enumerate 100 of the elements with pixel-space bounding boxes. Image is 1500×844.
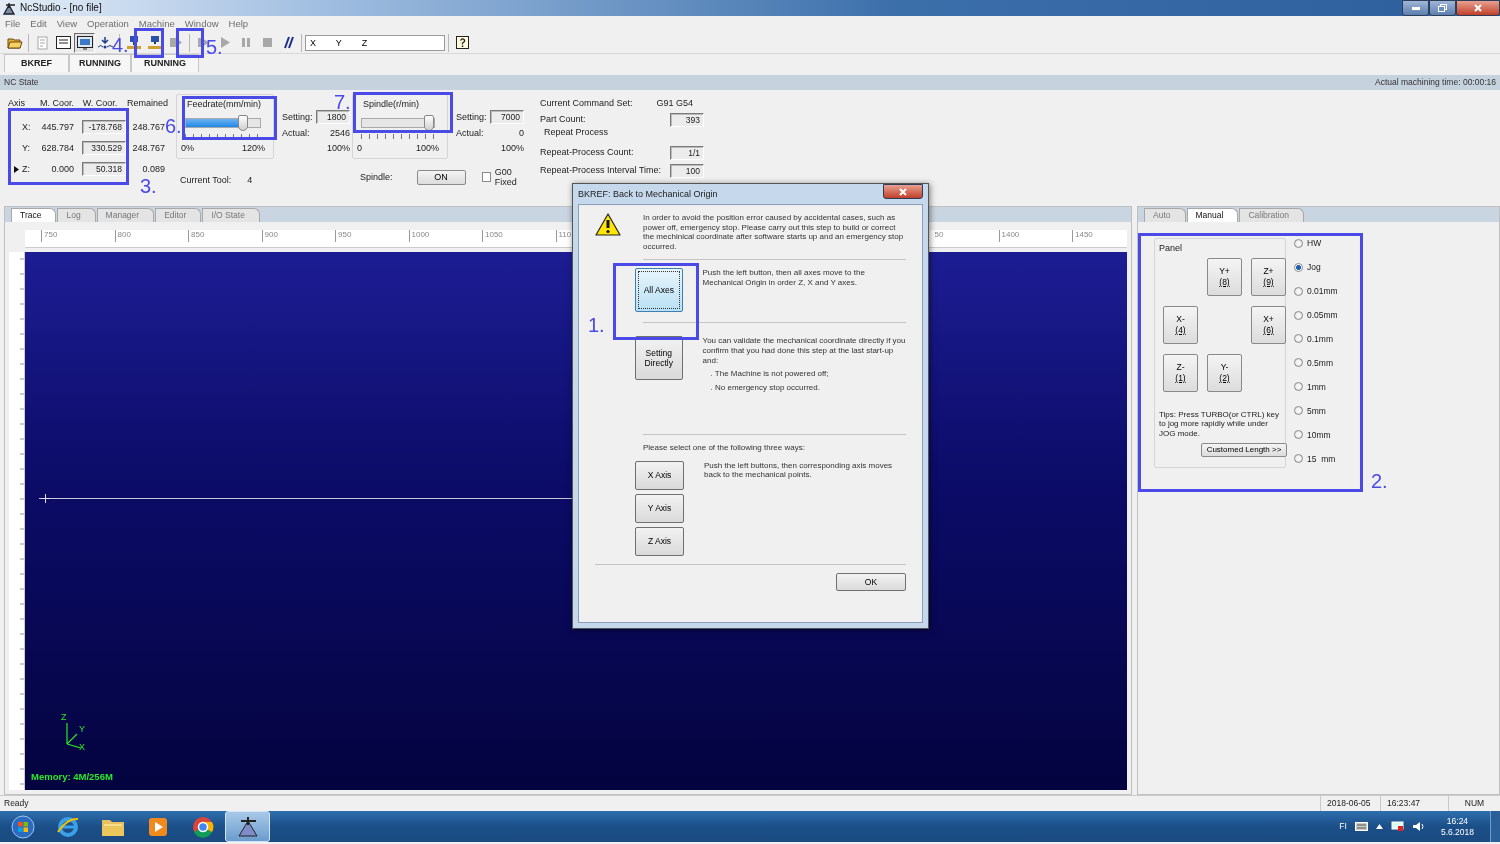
axis-button[interactable]: X Axis [635, 460, 684, 490]
restore-icon [1438, 4, 1447, 12]
mode-radio[interactable]: 10mm [1294, 429, 1338, 440]
remaining-distance: 0.089 [141, 163, 165, 175]
column-header: Remained [125, 98, 168, 109]
document-icon [35, 35, 50, 50]
axis-button[interactable]: Y Axis [635, 493, 684, 523]
view-tab[interactable]: Manager [96, 208, 155, 222]
dialog-button[interactable]: Setting Directly [635, 336, 683, 381]
pause-icon [239, 36, 252, 49]
spindle-up-icon [146, 35, 163, 50]
panel-tab[interactable]: Calibration [1239, 208, 1305, 222]
close-button[interactable] [1456, 0, 1500, 16]
current-tool-value: 4 [247, 174, 253, 186]
part-count-value: 393 [670, 112, 704, 127]
show-hidden-icon[interactable] [1375, 824, 1383, 829]
minimize-button[interactable] [1402, 0, 1429, 16]
ok-button[interactable]: OK [836, 572, 906, 591]
crosshair-icon [41, 494, 50, 503]
mode-radio[interactable]: 0.1mm [1294, 333, 1338, 345]
remaining-distance: 248.767 [131, 142, 165, 154]
menu-item[interactable]: Edit [25, 18, 52, 30]
dialog-button[interactable]: All Axes [635, 268, 683, 313]
interval-value: 100 [670, 163, 704, 178]
app-icon [236, 815, 259, 838]
media-player-icon [147, 816, 168, 837]
speaker-icon[interactable] [1411, 821, 1425, 832]
clock[interactable]: 16:24 5.6.2018 [1440, 816, 1474, 837]
jog-button[interactable]: Y+ (8) [1207, 257, 1242, 296]
menu-item[interactable]: Operation [82, 18, 134, 30]
menu-item[interactable]: View [51, 18, 83, 30]
menu-item[interactable]: File [0, 18, 26, 30]
spindle-label: Spindle: [360, 172, 393, 183]
view-tab[interactable]: Log [57, 208, 96, 222]
view-tab[interactable]: Editor [155, 208, 202, 222]
current-tool-label: Current Tool: [180, 174, 232, 186]
jog-button[interactable]: X+ (6) [1251, 305, 1286, 344]
spindle-toggle-button[interactable]: ON [416, 169, 466, 185]
jog-button[interactable]: Y- (2) [1207, 353, 1242, 392]
repeat-count-value: 1/1 [670, 145, 704, 160]
actual-label: Actual: [456, 128, 484, 139]
custom-length-button[interactable]: Customed Length >> [1201, 442, 1287, 457]
repeat-count-label: Repeat-Process Count: [540, 147, 634, 158]
menu-item[interactable]: Help [223, 18, 254, 30]
coordinate-field[interactable]: X Y Z [305, 34, 445, 51]
start-orb-icon [10, 814, 35, 839]
mode-radio[interactable]: 5mm [1294, 405, 1338, 416]
percent-value: 100% [500, 142, 524, 154]
slider-thumb[interactable] [238, 114, 249, 131]
axis-button[interactable]: Z Axis [635, 526, 684, 556]
monitor-icon [76, 35, 93, 50]
menu-item[interactable]: Machine [133, 18, 180, 30]
annotation-number: 4. [112, 35, 129, 55]
axis-label: Y [79, 724, 85, 735]
jog-button[interactable]: Z+ (9) [1251, 257, 1286, 296]
status-message: Ready [3, 798, 30, 809]
work-coordinate: -178.768 [82, 120, 126, 135]
prompt-text: Please select one of the following three ways: [643, 443, 806, 453]
percent-value: 100% [326, 142, 350, 154]
mode-radio[interactable]: 0.05mm [1294, 309, 1338, 321]
mode-radio[interactable]: 0.5mm [1294, 357, 1338, 369]
g00-checkbox[interactable] [481, 172, 491, 183]
column-header: W. Coor. [81, 98, 119, 109]
axis-label: Z: [22, 163, 30, 175]
status-pane: RUNNING [131, 54, 199, 72]
setting-label: Setting: [456, 111, 487, 123]
network-icon[interactable] [1390, 821, 1404, 832]
taskbar-app[interactable] [225, 811, 270, 842]
work-coordinate: 50.318 [82, 162, 126, 177]
slider-thumb[interactable] [424, 114, 434, 131]
actual-value: 2546 [329, 128, 350, 139]
mode-radio[interactable]: 1mm [1294, 381, 1338, 392]
language-indicator[interactable]: FI [1339, 821, 1347, 832]
jog-button[interactable]: X- (4) [1163, 305, 1198, 344]
menu-item[interactable]: Window [179, 18, 224, 30]
interval-label: Repeat-Process Interval Time: [540, 165, 662, 176]
keyboard-icon[interactable] [1354, 822, 1368, 831]
annotation-number: 7. [334, 92, 351, 112]
part-count-label: Part Count: [540, 114, 586, 126]
view-tab[interactable]: I/O State [202, 208, 260, 222]
close-icon [1474, 4, 1482, 12]
mode-radio[interactable]: HW [1294, 238, 1338, 249]
panel-tab[interactable]: Manual [1186, 208, 1239, 222]
step-arrow-icon [168, 36, 183, 49]
restore-button[interactable] [1429, 0, 1456, 16]
panel-tab[interactable]: Auto [1144, 208, 1186, 222]
mode-radio[interactable]: 0.01mm [1294, 285, 1338, 297]
annotation-box [176, 28, 204, 58]
mode-radio[interactable]: Jog [1294, 261, 1338, 273]
jog-button[interactable]: Z- (1) [1163, 353, 1198, 392]
instruction-text: Push the left buttons, then corresponding axis moves back to the mechanical points. [704, 460, 894, 482]
command-set-label: Current Command Set: [540, 98, 633, 109]
folder-icon [6, 35, 23, 50]
setting-value: 7000 [490, 110, 524, 124]
toolbar-button[interactable] [74, 32, 95, 53]
mode-radio[interactable]: 15 mm [1294, 453, 1338, 464]
close-button[interactable] [883, 184, 923, 199]
ruler-label: 850 [188, 230, 262, 242]
view-tab[interactable]: Trace [11, 208, 57, 222]
setting-label: Setting: [282, 111, 313, 123]
